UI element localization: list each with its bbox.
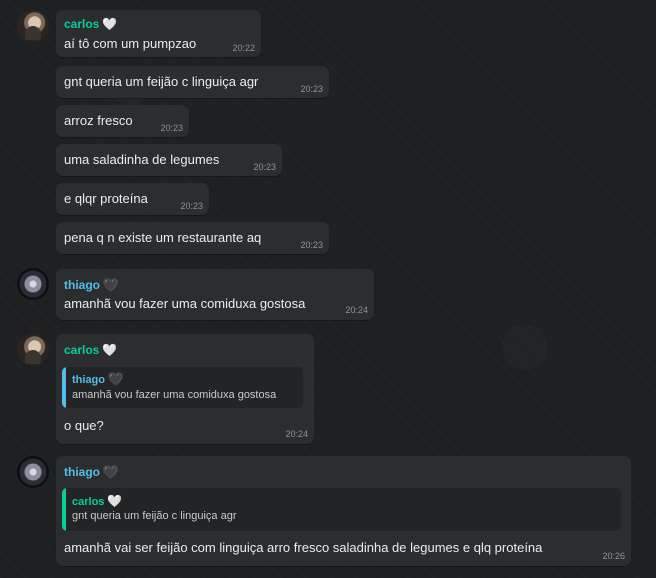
message-time: 20:23: [160, 123, 183, 133]
message-time: 20:23: [253, 162, 276, 172]
black-heart-icon: 🖤: [103, 278, 118, 292]
white-heart-icon: 🤍: [102, 17, 118, 31]
quote-accent-bar: [62, 367, 66, 408]
white-heart-icon: 🤍: [107, 494, 123, 508]
message-time: 20:24: [285, 429, 308, 439]
sender-name[interactable]: carlos 🤍: [64, 17, 117, 31]
quote-accent-bar: [62, 488, 66, 531]
message-time: 20:23: [300, 240, 323, 250]
avatar-thiago[interactable]: [17, 268, 49, 300]
sender-name[interactable]: thiago 🖤: [64, 278, 118, 292]
message-text: o que?: [64, 418, 104, 433]
avatar-thiago[interactable]: [17, 456, 49, 488]
message-time: 20:23: [180, 201, 203, 211]
avatar-carlos[interactable]: [17, 10, 49, 42]
quoted-message[interactable]: thiago 🖤 amanhã vou fazer uma comiduxa go…: [62, 367, 303, 408]
message-bubble[interactable]: arroz fresco 20:23: [56, 105, 189, 137]
quoted-text: gnt queria um feijão c linguiça agr: [72, 510, 237, 522]
quoted-message[interactable]: carlos 🤍 gnt queria um feijão c linguiça …: [62, 488, 621, 531]
message-bubble[interactable]: thiago 🖤 amanhã vou fazer uma comiduxa go…: [56, 269, 374, 320]
sender-name[interactable]: thiago 🖤: [64, 465, 118, 479]
message-text: e qlqr proteína: [64, 191, 148, 206]
message-text: aí tô com um pumpzao: [64, 36, 197, 51]
message-text: uma saladinha de legumes: [64, 152, 220, 167]
message-bubble[interactable]: pena q n existe um restaurante aq 20:23: [56, 222, 329, 254]
black-heart-icon: 🖤: [108, 372, 123, 386]
message-bubble[interactable]: gnt queria um feijão c linguiça agr 20:2…: [56, 66, 329, 98]
quoted-text: amanhã vou fazer uma comiduxa gostosa: [72, 389, 277, 401]
message-bubble[interactable]: uma saladinha de legumes 20:23: [56, 144, 282, 176]
message-text: pena q n existe um restaurante aq: [64, 230, 262, 245]
message-text: gnt queria um feijão c linguiça agr: [64, 74, 259, 89]
message-time: 20:23: [300, 84, 323, 94]
message-time: 20:26: [602, 551, 625, 561]
quoted-sender-name: thiago 🖤: [72, 372, 123, 386]
quoted-sender-name: carlos 🤍: [72, 494, 123, 508]
message-text: arroz fresco: [64, 113, 133, 128]
message-time: 20:22: [232, 43, 255, 53]
message-bubble[interactable]: carlos 🤍 aí tô com um pumpzao 20:22: [56, 10, 261, 57]
message-bubble[interactable]: e qlqr proteína 20:23: [56, 183, 209, 215]
message-text: amanhã vou fazer uma comiduxa gostosa: [64, 296, 306, 311]
sender-name[interactable]: carlos 🤍: [64, 343, 117, 357]
avatar-carlos[interactable]: [17, 334, 49, 366]
message-text: amanhã vai ser feijão com linguiça arro …: [64, 540, 543, 555]
message-bubble[interactable]: carlos 🤍 thiago 🖤 amanhã vou fazer uma com…: [56, 334, 314, 444]
black-heart-icon: 🖤: [103, 465, 118, 479]
message-time: 20:24: [345, 305, 368, 315]
message-bubble[interactable]: thiago 🖤 carlos 🤍 gnt queria um feijão c l…: [56, 456, 631, 566]
white-heart-icon: 🤍: [102, 343, 118, 357]
